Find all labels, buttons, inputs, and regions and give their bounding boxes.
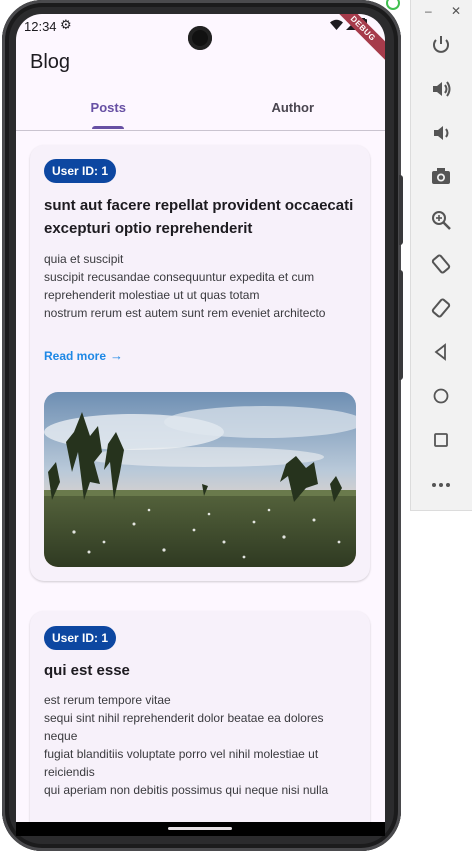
power-icon — [433, 36, 449, 53]
emulator-toolbar: – ✕ — [410, 0, 472, 511]
settings-gear-icon: ⚙ — [60, 17, 72, 32]
home-icon — [433, 388, 449, 404]
post-body: quia et suscipit suscipit recusandae con… — [44, 252, 326, 320]
window-close-button[interactable]: ✕ — [451, 4, 461, 18]
post-image — [44, 392, 356, 567]
tab-bar: Posts Author — [16, 92, 385, 131]
post-card[interactable]: User ID: 1 sunt aut facere repellat prov… — [30, 145, 370, 581]
more-button[interactable] — [426, 470, 456, 500]
volume-up-button[interactable] — [426, 74, 456, 104]
posts-list[interactable]: User ID: 1 sunt aut facere repellat prov… — [16, 131, 385, 836]
phone-power-key — [399, 175, 403, 245]
more-icon — [432, 483, 450, 487]
user-id-badge: User ID: 1 — [44, 626, 117, 650]
app-screen: 12:34 ⚙ DEBUG Blog Posts Author User ID:… — [16, 14, 385, 836]
arrow-right-icon: → — [110, 348, 124, 363]
back-button[interactable] — [426, 337, 456, 367]
window-minimize-button[interactable]: – — [425, 4, 432, 18]
phone-volume-key — [399, 270, 403, 380]
volume-down-icon — [434, 126, 449, 140]
rotate-right-button[interactable] — [426, 293, 456, 323]
zoom-icon — [432, 211, 451, 230]
rotate-right-icon — [431, 298, 451, 318]
tab-indicator — [92, 126, 124, 129]
rotate-left-icon — [431, 254, 451, 274]
camera-icon — [432, 168, 450, 184]
gesture-handle[interactable] — [168, 827, 232, 830]
read-more-link[interactable]: Read more → — [44, 348, 123, 363]
volume-up-icon — [433, 81, 451, 97]
front-camera — [188, 26, 212, 50]
home-button[interactable] — [426, 381, 456, 411]
tab-posts[interactable]: Posts — [16, 92, 201, 130]
volume-down-button[interactable] — [426, 118, 456, 148]
screenshot-button[interactable] — [426, 161, 456, 191]
zoom-button[interactable] — [426, 205, 456, 235]
post-card[interactable]: User ID: 1 qui est esse est rerum tempor… — [30, 611, 370, 836]
status-time: 12:34 — [24, 19, 57, 34]
power-button[interactable] — [426, 30, 456, 60]
landscape-photo — [44, 392, 356, 567]
user-id-badge: User ID: 1 — [44, 159, 117, 183]
page-title: Blog — [30, 51, 71, 73]
overview-button[interactable] — [426, 425, 456, 455]
post-title: sunt aut facere repellat provident occae… — [44, 197, 354, 237]
post-body: est rerum tempore vitae sequi sint nihil… — [44, 693, 329, 797]
wifi-icon — [330, 19, 343, 30]
rotate-left-button[interactable] — [426, 249, 456, 279]
post-title: qui est esse — [44, 662, 130, 679]
emulator-status-dot — [386, 0, 400, 10]
tab-author[interactable]: Author — [201, 92, 386, 130]
read-more-label: Read more — [44, 348, 107, 363]
back-icon — [434, 343, 446, 361]
overview-icon — [434, 433, 448, 447]
